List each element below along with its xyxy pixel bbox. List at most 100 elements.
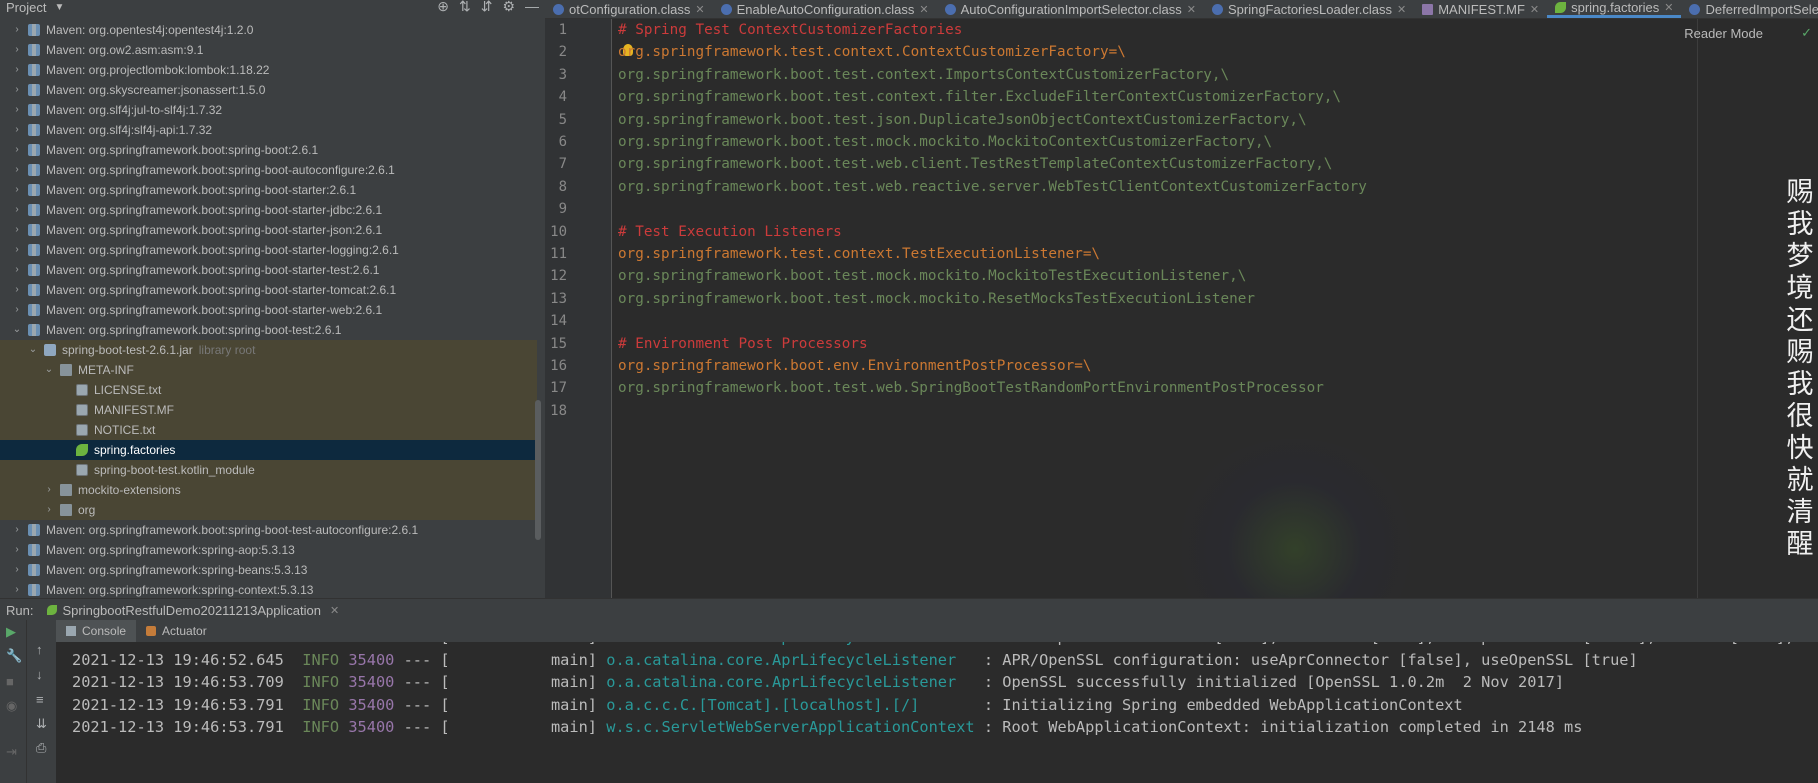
tree-item[interactable]: › mockito-extensions bbox=[0, 480, 537, 500]
tab-console[interactable]: Console bbox=[56, 620, 137, 642]
code-line[interactable]: org.springframework.boot.test.mock.mocki… bbox=[618, 268, 1246, 284]
chevron-right-icon[interactable]: › bbox=[12, 180, 22, 200]
chevron-right-icon[interactable]: › bbox=[12, 220, 22, 240]
tree-item[interactable]: NOTICE.txt bbox=[0, 420, 537, 440]
tree-item[interactable]: › Maven: org.springframework.boot:spring-… bbox=[0, 140, 537, 160]
tree-item[interactable]: › Maven: org.skyscreamer:jsonassert:1.5.0 bbox=[0, 80, 537, 100]
chevron-right-icon[interactable]: › bbox=[44, 480, 54, 500]
scroll-to-end-icon[interactable]: ⇊ bbox=[36, 716, 47, 732]
chevron-right-icon[interactable]: › bbox=[12, 140, 22, 160]
locate-icon[interactable]: ⊕ bbox=[437, 0, 449, 15]
editor-tab[interactable]: DeferredImportSele bbox=[1681, 0, 1818, 18]
chevron-right-icon[interactable]: › bbox=[12, 60, 22, 80]
close-icon[interactable]: ✕ bbox=[1187, 3, 1196, 16]
tree-item[interactable]: ⌄ Maven: org.springframework.boot:spring-… bbox=[0, 320, 537, 340]
chevron-right-icon[interactable]: › bbox=[12, 200, 22, 220]
code-line[interactable]: org.springframework.boot.test.mock.mocki… bbox=[618, 291, 1255, 307]
tree-item[interactable]: MANIFEST.MF bbox=[0, 400, 537, 420]
reader-mode-button[interactable]: Reader Mode bbox=[1684, 26, 1763, 41]
arrow-down-icon[interactable]: ↓ bbox=[36, 667, 43, 682]
close-icon[interactable]: ✕ bbox=[695, 3, 704, 16]
tree-item[interactable]: › org bbox=[0, 500, 537, 520]
code-line[interactable]: org.springframework.boot.test.context.Im… bbox=[618, 67, 1229, 83]
tree-item[interactable]: › Maven: org.springframework.boot:spring-… bbox=[0, 220, 537, 240]
tab-actuator[interactable]: Actuator bbox=[136, 620, 217, 642]
editor[interactable]: 1 2 3 4 5 6 7 8 9 10 11 12 13 14 15 16 17 18 # Spring Tes… bbox=[545, 19, 1818, 598]
camera-icon[interactable]: ◉ bbox=[6, 698, 17, 714]
console-output[interactable]: 2021-12-13 19:46:52.645 INFO 35400 --- [… bbox=[56, 642, 1818, 783]
project-title[interactable]: Project bbox=[6, 0, 46, 15]
chevron-right-icon[interactable]: › bbox=[12, 120, 22, 140]
chevron-right-icon[interactable]: › bbox=[12, 100, 22, 120]
chevron-right-icon[interactable]: › bbox=[12, 280, 22, 300]
chevron-right-icon[interactable]: › bbox=[12, 80, 22, 100]
chevron-right-icon[interactable]: › bbox=[12, 160, 22, 180]
close-icon[interactable]: ✕ bbox=[1664, 1, 1673, 14]
code-line[interactable]: # Spring Test ContextCustomizerFactories bbox=[618, 22, 962, 38]
code-line[interactable]: org.springframework.boot.test.web.reacti… bbox=[618, 179, 1367, 195]
code-line[interactable]: org.springframework.boot.test.json.Dupli… bbox=[618, 112, 1307, 128]
tree-item[interactable]: › Maven: org.springframework.boot:spring-… bbox=[0, 280, 537, 300]
editor-tab[interactable]: MANIFEST.MF ✕ bbox=[1414, 0, 1547, 18]
chevron-right-icon[interactable]: › bbox=[44, 500, 54, 520]
chevron-right-icon[interactable]: › bbox=[12, 40, 22, 60]
tree-item[interactable]: › Maven: org.springframework.boot:spring-… bbox=[0, 300, 537, 320]
code-line[interactable]: org.springframework.boot.env.Environment… bbox=[618, 358, 1091, 374]
stop-icon[interactable]: ■ bbox=[6, 674, 14, 689]
chevron-down-icon[interactable]: ▼ bbox=[54, 2, 64, 13]
wrench-icon[interactable]: 🔧 bbox=[6, 648, 22, 664]
tree-item[interactable]: › Maven: org.springframework:spring-beans… bbox=[0, 560, 537, 580]
code-line[interactable]: org.springframework.boot.test.web.client… bbox=[618, 156, 1332, 172]
code-line[interactable]: org.springframework.test.context.Context… bbox=[618, 44, 1126, 60]
chevron-right-icon[interactable]: › bbox=[12, 260, 22, 280]
run-icon[interactable]: ▶ bbox=[6, 624, 16, 640]
tree-item[interactable]: › Maven: org.slf4j:slf4j-api:1.7.32 bbox=[0, 120, 537, 140]
tree-item[interactable]: › Maven: org.springframework.boot:spring-… bbox=[0, 160, 537, 180]
tree-item[interactable]: spring-boot-test.kotlin_module bbox=[0, 460, 537, 480]
check-icon[interactable]: ✓ bbox=[1801, 25, 1812, 41]
tree-item[interactable]: ⌄ META-INF bbox=[0, 360, 537, 380]
collapse-all-icon[interactable]: ⇵ bbox=[481, 0, 493, 15]
code-line[interactable]: org.springframework.boot.test.web.Spring… bbox=[618, 380, 1324, 396]
chevron-right-icon[interactable]: › bbox=[12, 20, 22, 40]
code-line[interactable]: # Environment Post Processors bbox=[618, 336, 868, 352]
print-icon[interactable]: ⎙ bbox=[36, 740, 46, 756]
chevron-right-icon[interactable]: › bbox=[12, 300, 22, 320]
tree-item[interactable]: › Maven: org.opentest4j:opentest4j:1.2.0 bbox=[0, 20, 537, 40]
tree-item[interactable]: › Maven: org.springframework:spring-conte… bbox=[0, 580, 537, 598]
expand-all-icon[interactable]: ⇅ bbox=[459, 0, 471, 15]
tree-item[interactable]: ⌄ spring-boot-test-2.6.1.jar library root bbox=[0, 340, 537, 360]
close-icon[interactable]: ✕ bbox=[330, 604, 339, 617]
code-line[interactable]: # Test Execution Listeners bbox=[618, 224, 842, 240]
editor-tab[interactable]: SpringFactoriesLoader.class ✕ bbox=[1204, 0, 1414, 18]
tree-item[interactable]: › Maven: org.springframework.boot:spring-… bbox=[0, 240, 537, 260]
chevron-down-icon[interactable]: ⌄ bbox=[44, 360, 54, 380]
tree-item[interactable]: › Maven: org.ow2.asm:asm:9.1 bbox=[0, 40, 537, 60]
arrow-up-icon[interactable]: ↑ bbox=[36, 642, 43, 657]
tree-item[interactable]: › Maven: org.springframework.boot:spring-… bbox=[0, 520, 537, 540]
tree-item[interactable]: › Maven: org.projectlombok:lombok:1.18.22 bbox=[0, 60, 537, 80]
hide-icon[interactable]: — bbox=[525, 0, 539, 15]
chevron-down-icon[interactable]: ⌄ bbox=[12, 320, 22, 340]
close-icon[interactable]: ✕ bbox=[1530, 3, 1539, 16]
tree-item[interactable]: LICENSE.txt bbox=[0, 380, 537, 400]
chevron-down-icon[interactable]: ⌄ bbox=[28, 340, 38, 360]
code-line[interactable]: org.springframework.boot.test.mock.mocki… bbox=[618, 134, 1272, 150]
editor-tab[interactable]: spring.factories ✕ bbox=[1547, 0, 1682, 18]
tree-item[interactable]: › Maven: org.slf4j:jul-to-slf4j:1.7.32 bbox=[0, 100, 537, 120]
code-line[interactable]: org.springframework.boot.test.context.fi… bbox=[618, 89, 1341, 105]
code-line[interactable]: org.springframework.test.context.TestExe… bbox=[618, 246, 1100, 262]
chevron-right-icon[interactable]: › bbox=[12, 520, 22, 540]
editor-tab[interactable]: AutoConfigurationImportSelector.class ✕ bbox=[937, 0, 1204, 18]
editor-tab[interactable]: EnableAutoConfiguration.class ✕ bbox=[713, 0, 937, 18]
editor-tab[interactable]: otConfiguration.class ✕ bbox=[545, 0, 713, 18]
chevron-right-icon[interactable]: › bbox=[12, 540, 22, 560]
chevron-right-icon[interactable]: › bbox=[12, 560, 22, 580]
gear-icon[interactable]: ⚙ bbox=[502, 0, 515, 15]
tree-item[interactable]: › Maven: org.springframework:spring-aop:5… bbox=[0, 540, 537, 560]
close-icon[interactable]: ✕ bbox=[1397, 3, 1406, 16]
chevron-right-icon[interactable]: › bbox=[12, 240, 22, 260]
project-scrollbar[interactable] bbox=[535, 400, 541, 540]
tree-item[interactable]: spring.factories bbox=[0, 440, 537, 460]
chevron-right-icon[interactable]: › bbox=[12, 580, 22, 598]
